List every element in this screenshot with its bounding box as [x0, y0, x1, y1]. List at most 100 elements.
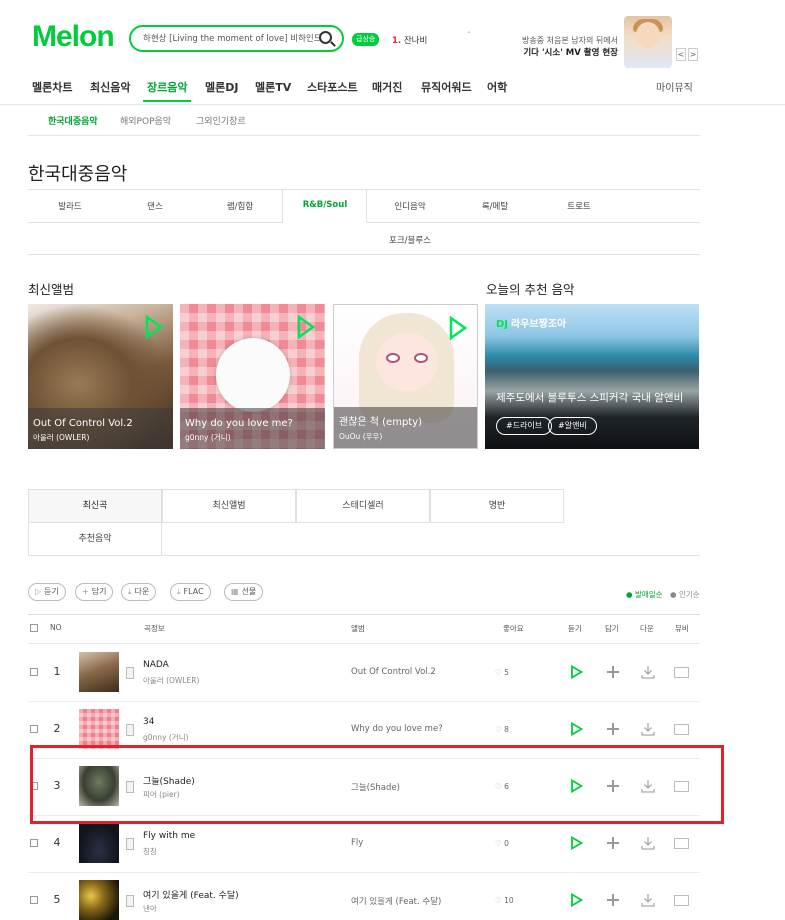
genre-indie[interactable]: 인디음악 [367, 200, 453, 212]
add-button[interactable]: + 담기 [75, 583, 114, 601]
tab-latest-albums[interactable]: 최신앨범 [162, 489, 296, 523]
subnav-other[interactable]: 그외인기장르 [196, 114, 246, 127]
song-album[interactable]: Fly [351, 838, 363, 848]
row-checkbox[interactable] [30, 668, 38, 676]
tab-classic[interactable]: 명반 [430, 489, 564, 523]
add-icon[interactable] [607, 894, 619, 906]
subnav-pop[interactable]: 해외POP음악 [120, 114, 171, 127]
add-icon[interactable] [607, 723, 619, 735]
like-button[interactable]: ♡ 8 [495, 725, 509, 734]
add-icon[interactable] [607, 666, 619, 678]
album-title[interactable]: Out Of Control Vol.2 [33, 418, 133, 429]
add-icon[interactable] [607, 837, 619, 849]
play-icon[interactable] [570, 722, 583, 736]
row-checkbox[interactable] [30, 896, 38, 904]
genre-dance[interactable]: 댄스 [112, 200, 198, 212]
song-info-icon[interactable] [126, 895, 134, 907]
song-album[interactable]: Out Of Control Vol.2 [351, 667, 436, 677]
song-info-icon[interactable] [126, 724, 134, 736]
album-artist[interactable]: OuOu (우우) [339, 431, 382, 442]
reco-playlist-title[interactable]: 제주도에서 블루투스 스피커각 국내 알앤비 [496, 390, 683, 405]
song-title[interactable]: 여기 있을게 (Feat. 수달) [143, 888, 239, 901]
nav-starpost[interactable]: 스타포스트 [307, 79, 358, 95]
song-info-icon[interactable] [126, 667, 134, 679]
row-thumbnail[interactable] [79, 880, 119, 920]
genre-ballad[interactable]: 발라드 [27, 200, 113, 212]
reco-tag[interactable]: #알앤비 [548, 417, 597, 435]
album-artist[interactable]: 아울러 (OWLER) [33, 432, 89, 443]
song-title[interactable]: NADA [143, 660, 169, 670]
play-icon[interactable] [297, 315, 315, 339]
promo-line-1[interactable]: 방송중 처음본 남자의 뒤에서 [520, 35, 618, 46]
song-album[interactable]: Why do you love me? [351, 724, 443, 734]
genre-hiphop[interactable]: 랩/힙합 [197, 200, 283, 212]
genre-rock[interactable]: 록/메탈 [452, 200, 538, 212]
tab-latest-songs[interactable]: 최신곡 [28, 489, 162, 523]
nav-award[interactable]: 뮤직어워드 [421, 79, 472, 95]
album-card[interactable]: Out Of Control Vol.2 아울러 (OWLER) [28, 304, 173, 449]
promo-line-2[interactable]: 기다 '시소' MV 촬영 현장 [520, 46, 618, 58]
nav-dj[interactable]: 멜론DJ [205, 79, 238, 95]
promo-prev-button[interactable]: < [676, 48, 686, 61]
tab-steady[interactable]: 스테디셀러 [296, 489, 430, 523]
song-artist[interactable]: 낸아 [143, 903, 157, 914]
mv-icon[interactable] [674, 667, 689, 678]
nav-chart[interactable]: 멜론차트 [32, 79, 72, 95]
subnav-korean[interactable]: 한국대중음악 [48, 114, 98, 127]
mv-icon[interactable] [674, 838, 689, 849]
row-checkbox[interactable] [30, 839, 38, 847]
play-icon[interactable] [570, 665, 583, 679]
reco-card[interactable]: DJ 라우브짱조아 제주도에서 블루투스 스피커각 국내 알앤비 #드라이브 #알… [485, 304, 699, 449]
song-info-icon[interactable] [126, 838, 134, 850]
reco-dj[interactable]: DJ 라우브짱조아 [496, 315, 566, 330]
gift-button[interactable]: ▦ 선물 [224, 583, 264, 601]
like-button[interactable]: ♡ 10 [495, 896, 514, 905]
song-artist[interactable]: 아울러 (OWLER) [143, 675, 199, 686]
album-artist[interactable]: g0nny (거니) [185, 432, 231, 443]
reco-tag[interactable]: #드라이브 [496, 417, 553, 435]
search-input[interactable]: 하현상 [Living the moment of love] 비하인드 [143, 32, 322, 44]
like-button[interactable]: ♡ 0 [495, 839, 509, 848]
sort-popular[interactable]: ● 인기순 [670, 589, 700, 600]
nav-genre[interactable]: 장르음악 [147, 79, 187, 95]
download-icon[interactable] [641, 665, 655, 679]
listen-button[interactable]: ▷ 듣기 [28, 583, 66, 601]
nav-magazine[interactable]: 매거진 [372, 79, 402, 95]
tab-recommend[interactable]: 추천음악 [28, 522, 162, 556]
song-title[interactable]: 34 [143, 717, 154, 727]
melon-logo[interactable]: Melon [32, 20, 115, 54]
play-icon[interactable] [449, 316, 467, 340]
play-icon[interactable] [570, 836, 583, 850]
download-icon[interactable] [641, 836, 655, 850]
mv-icon[interactable] [674, 895, 689, 906]
album-card[interactable]: 괜찮은 척 (empty) OuOu (우우) [333, 304, 478, 449]
download-icon[interactable] [641, 722, 655, 736]
song-album[interactable]: 여기 있을게 (Feat. 수달) [351, 895, 441, 907]
row-thumbnail[interactable] [79, 652, 119, 692]
genre-rnb[interactable]: R&B/Soul [282, 200, 368, 210]
row-thumbnail[interactable] [79, 823, 119, 863]
download-button[interactable]: ⤓ 다운 [121, 583, 157, 601]
download-icon[interactable] [641, 893, 655, 907]
select-all-checkbox[interactable] [30, 624, 38, 632]
play-icon[interactable] [145, 315, 163, 339]
promo-image[interactable] [624, 16, 672, 68]
genre-trot[interactable]: 트로트 [536, 200, 622, 212]
play-icon[interactable] [570, 893, 583, 907]
album-title[interactable]: 괜찮은 척 (empty) [339, 413, 422, 428]
nav-language[interactable]: 어학 [487, 79, 507, 95]
mv-icon[interactable] [674, 724, 689, 735]
realtime-keyword[interactable]: 1. 잔나비 [392, 34, 427, 46]
song-title[interactable]: Fly with me [143, 831, 195, 841]
nav-new-music[interactable]: 최신음악 [90, 79, 130, 95]
promo-next-button[interactable]: > [688, 48, 698, 61]
album-title[interactable]: Why do you love me? [185, 418, 293, 429]
search-box[interactable]: 하현상 [Living the moment of love] 비하인드 [129, 25, 344, 52]
like-button[interactable]: ♡ 5 [495, 668, 509, 677]
flac-button[interactable]: ⤓ FLAC [170, 583, 211, 601]
genre-folk[interactable]: 포크/블루스 [367, 234, 453, 246]
row-checkbox[interactable] [30, 725, 38, 733]
song-artist[interactable]: g0nny (거니) [143, 732, 189, 743]
album-card[interactable]: Why do you love me? g0nny (거니) [180, 304, 325, 449]
chevron-down-icon[interactable]: ˇ [467, 31, 471, 40]
